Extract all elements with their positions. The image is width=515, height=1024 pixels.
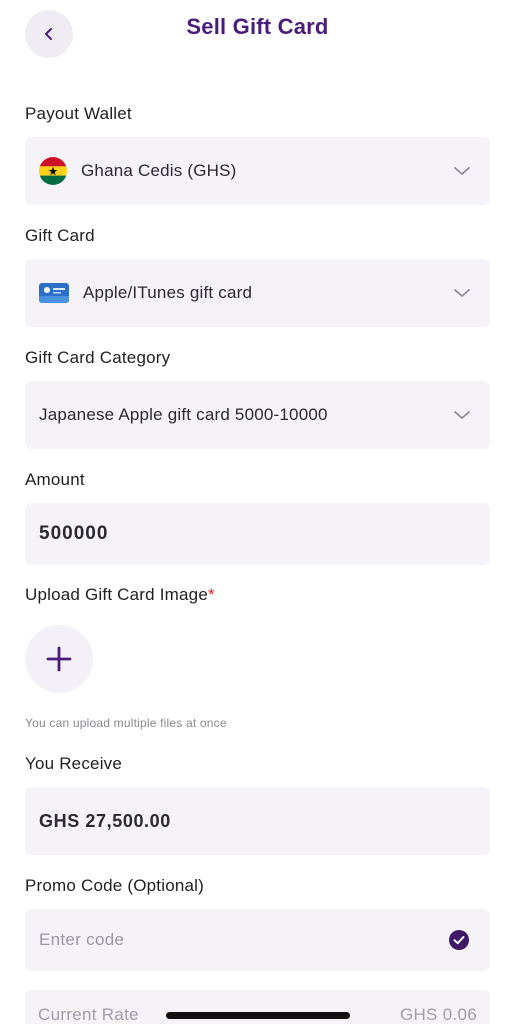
current-rate-value: GHS 0.06 bbox=[399, 1005, 477, 1024]
page-title: Sell Gift Card bbox=[186, 14, 329, 39]
you-receive-field: GHS 27,500.00 bbox=[25, 787, 490, 855]
payout-wallet-label: Payout Wallet bbox=[25, 104, 132, 123]
amount-label: Amount bbox=[25, 470, 85, 489]
gift-card-category-label: Gift Card Category bbox=[25, 348, 171, 367]
amount-input[interactable]: 500000 bbox=[25, 503, 490, 565]
gift-card-value: Apple/ITunes gift card bbox=[83, 283, 253, 302]
required-mark: * bbox=[207, 585, 215, 604]
promo-code-input[interactable]: Enter code bbox=[25, 909, 490, 971]
you-receive-value: GHS 27,500.00 bbox=[39, 810, 171, 831]
chevron-down-icon bbox=[454, 289, 470, 297]
you-receive-label: You Receive bbox=[25, 754, 123, 773]
promo-code-label: Promo Code (Optional) bbox=[25, 876, 204, 895]
gift-card-label: Gift Card bbox=[25, 226, 95, 245]
upload-label-text: Upload Gift Card Image bbox=[25, 585, 208, 604]
chevron-down-icon bbox=[454, 411, 470, 419]
promo-code-placeholder: Enter code bbox=[39, 930, 125, 949]
gift-card-select[interactable]: Apple/ITunes gift card bbox=[25, 259, 490, 327]
ghana-flag-icon bbox=[39, 157, 67, 185]
gift-card-category-value: Japanese Apple gift card 5000-10000 bbox=[39, 405, 328, 424]
payout-wallet-select[interactable]: Ghana Cedis (GHS) bbox=[25, 137, 490, 205]
upload-hint: You can upload multiple files at once bbox=[25, 716, 227, 730]
payout-wallet-value: Ghana Cedis (GHS) bbox=[81, 161, 237, 180]
upload-image-button[interactable] bbox=[25, 625, 93, 693]
amount-value: 500000 bbox=[39, 523, 109, 544]
current-rate-label: Current Rate bbox=[38, 1005, 139, 1024]
home-indicator bbox=[166, 1012, 350, 1019]
check-circle-icon[interactable] bbox=[448, 929, 470, 951]
plus-icon bbox=[46, 646, 72, 672]
sell-gift-card-screen: Sell Gift Card Payout Wallet Ghana Cedis… bbox=[0, 0, 515, 1024]
apple-gift-card-icon bbox=[39, 283, 69, 303]
chevron-down-icon bbox=[454, 167, 470, 175]
upload-label: Upload Gift Card Image* bbox=[25, 585, 215, 605]
gift-card-category-select[interactable]: Japanese Apple gift card 5000-10000 bbox=[25, 381, 490, 449]
